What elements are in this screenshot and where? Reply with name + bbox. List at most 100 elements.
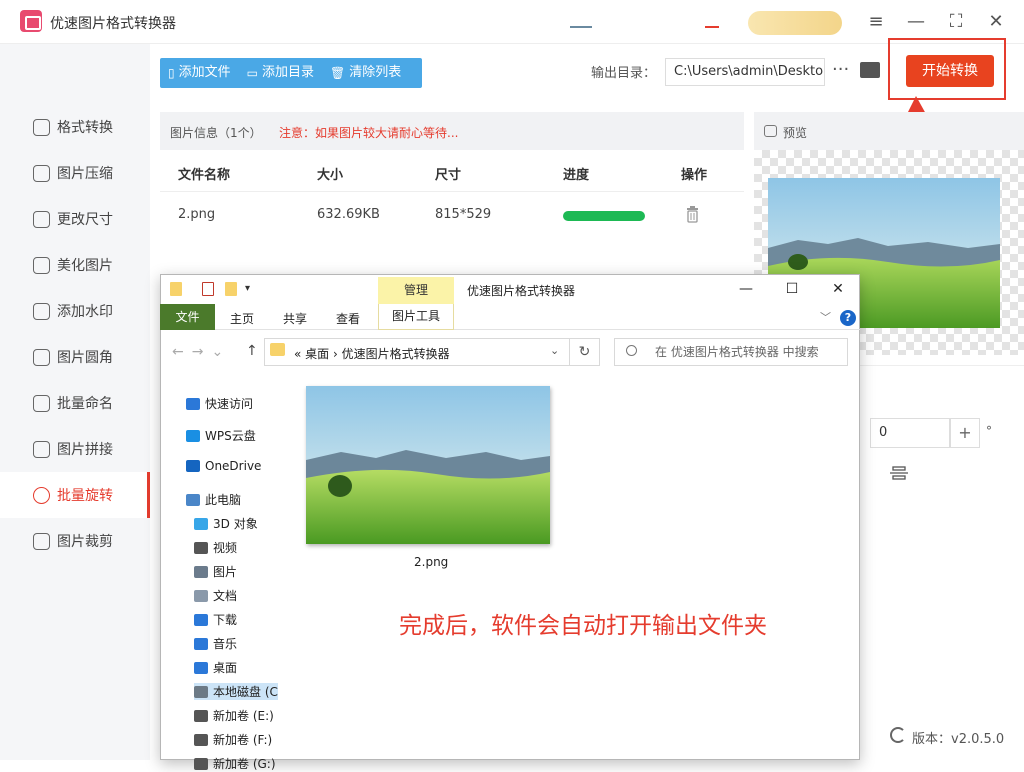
file-info-title: 图片信息（1个） (170, 126, 262, 140)
sidebar-item[interactable]: 图片圆角 (0, 334, 150, 380)
tree-item[interactable]: WPS云盘 (186, 427, 256, 444)
tree-item[interactable]: 视频 (194, 539, 237, 556)
tree-item[interactable]: 快速访问 (186, 395, 253, 412)
tree-item-label: 图片 (213, 565, 238, 579)
sidebar-item-label: 格式转换 (57, 120, 113, 136)
open-folder-icon[interactable] (860, 62, 880, 78)
sidebar-item[interactable]: 格式转换 (0, 104, 150, 150)
add-file-button[interactable]: ▯ 添加文件 (160, 58, 239, 88)
file-thumbnail-label: 2.png (414, 555, 449, 569)
watermark-icon (33, 302, 50, 320)
tab-picture-tools[interactable]: 图片工具 (378, 304, 454, 330)
maximize-button[interactable]: ⛶ (944, 10, 968, 34)
tree-item-label: 3D 对象 (213, 517, 258, 531)
tree-item[interactable]: 文档 (194, 587, 237, 604)
sidebar-item[interactable]: 添加水印 (0, 288, 150, 334)
disk-icon (194, 757, 208, 770)
tree-item[interactable]: 桌面 (194, 659, 237, 676)
sidebar-item-label: 美化图片 (57, 258, 113, 274)
rotate-angle-input[interactable]: 0 (870, 418, 950, 448)
qat-dropdown-icon[interactable]: ▾ (245, 283, 250, 294)
sidebar-item-label: 图片圆角 (57, 350, 113, 366)
menu-icon[interactable]: ≡ (864, 10, 888, 34)
sidebar-item-label: 批量旋转 (57, 488, 113, 504)
sidebar-item[interactable]: 批量命名 (0, 380, 150, 426)
tree-item-label: 桌面 (213, 661, 238, 675)
sidebar-item[interactable]: 图片裁剪 (0, 518, 150, 564)
tree-item[interactable]: OneDrive (186, 459, 261, 473)
sidebar-item-label: 批量命名 (57, 396, 113, 412)
explorer-refresh-icon[interactable]: ↻ (570, 338, 600, 366)
properties-icon[interactable] (202, 282, 214, 296)
file-name-cell: 2.png (178, 207, 216, 222)
delete-icon[interactable] (686, 205, 699, 223)
sidebar-item[interactable]: 美化图片 (0, 242, 150, 288)
minimize-button[interactable]: — (904, 10, 928, 34)
download-icon (194, 613, 208, 626)
refresh-icon[interactable] (890, 727, 906, 743)
tab-home[interactable]: 主页 (230, 310, 254, 327)
close-button[interactable]: ✕ (984, 10, 1008, 34)
round-corner-icon (33, 348, 50, 366)
music-icon (194, 637, 208, 650)
new-folder-icon[interactable] (225, 282, 237, 296)
tree-item[interactable]: 3D 对象 (194, 515, 258, 532)
titlebar-decoration-red (705, 26, 719, 28)
tree-item[interactable]: 新加卷 (E:) (194, 707, 274, 724)
flip-icon[interactable] (890, 466, 908, 480)
help-icon[interactable]: ? (840, 310, 856, 326)
preview-label: 预览 (783, 126, 808, 140)
address-dropdown-icon[interactable]: ⌄ (550, 344, 559, 357)
onedrive-icon (186, 460, 200, 472)
output-dir-label: 输出目录： (591, 66, 657, 81)
up-arrow-icon[interactable]: ↑ (246, 343, 258, 359)
sidebar-item-label: 添加水印 (57, 304, 113, 320)
tree-item[interactable]: 新加卷 (F:) (194, 731, 272, 748)
more-options-icon[interactable]: ··· (832, 58, 852, 86)
breadcrumb[interactable]: « 桌面 › 优速图片格式转换器 (294, 345, 450, 362)
angle-increment-button[interactable]: + (950, 418, 980, 448)
progress-bar (563, 211, 645, 221)
file-size-cell: 632.69KB (317, 207, 380, 222)
manage-tab[interactable]: 管理 (378, 277, 454, 304)
search-icon (626, 345, 637, 356)
sidebar-item[interactable]: 图片拼接 (0, 426, 150, 472)
column-header-dimensions: 尺寸 (435, 168, 462, 183)
ribbon-expand-icon[interactable]: ﹀ (820, 309, 831, 325)
explorer-maximize-button[interactable]: ☐ (782, 280, 802, 298)
sidebar-item[interactable]: 图片压缩 (0, 150, 150, 196)
tab-view[interactable]: 查看 (336, 310, 360, 327)
address-folder-icon (270, 343, 285, 356)
tree-item[interactable]: 下载 (194, 611, 237, 628)
folder-quick-icon[interactable] (170, 282, 182, 296)
disk-icon (194, 685, 208, 698)
file-thumbnail[interactable] (306, 386, 550, 544)
tree-item[interactable]: 本地磁盘 (C (194, 683, 278, 700)
tree-item-label: 视频 (213, 541, 238, 555)
documents-icon (194, 589, 208, 602)
tree-item[interactable]: 新加卷 (G:) (194, 755, 276, 772)
clear-list-button[interactable]: 🗑 清除列表 (322, 58, 409, 88)
tree-item[interactable]: 图片 (194, 563, 237, 580)
tree-item-label: 下载 (213, 613, 238, 627)
sidebar-item[interactable]: 批量旋转 (0, 472, 150, 518)
star-icon (186, 397, 200, 410)
back-forward-icon[interactable]: ←→⌄ (172, 344, 231, 360)
explorer-ribbon-tabs (160, 304, 860, 330)
vip-badge[interactable] (748, 11, 842, 35)
explorer-search-input[interactable]: 在 优速图片格式转换器 中搜索 (614, 338, 848, 366)
tab-share[interactable]: 共享 (283, 310, 307, 327)
rename-icon (33, 394, 50, 412)
tree-item[interactable]: 音乐 (194, 635, 237, 652)
video-icon (194, 541, 208, 554)
sidebar-item[interactable]: 更改尺寸 (0, 196, 150, 242)
tab-file[interactable]: 文件 (160, 304, 215, 330)
tree-item[interactable]: 此电脑 (186, 491, 241, 508)
folder-icon: ▭ (246, 66, 258, 80)
explorer-close-button[interactable]: ✕ (828, 280, 848, 298)
explorer-minimize-button[interactable]: — (736, 280, 756, 298)
output-dir-input[interactable]: C:\Users\admin\Deskto (665, 58, 825, 86)
add-folder-button[interactable]: ▭ 添加目录 (239, 58, 322, 88)
compress-icon (33, 164, 50, 182)
tree-item-label: 新加卷 (E:) (213, 709, 274, 723)
